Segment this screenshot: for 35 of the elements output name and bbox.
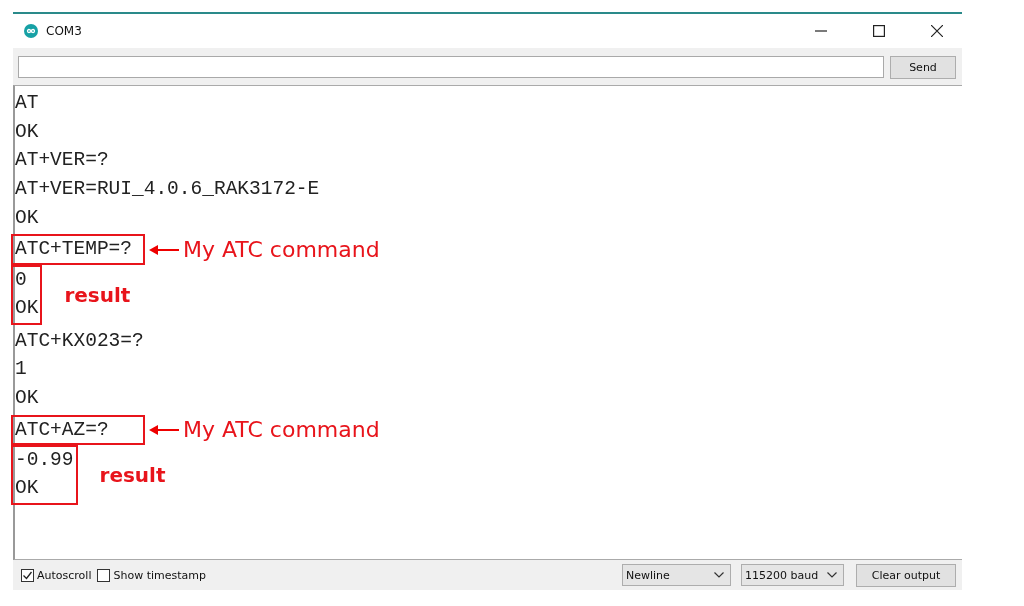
annotation-label: result xyxy=(64,282,131,307)
caret-icon xyxy=(714,572,724,578)
caret-icon xyxy=(827,572,837,578)
arrow xyxy=(149,243,179,256)
window-title: COM3 xyxy=(46,24,82,38)
output-line: OK xyxy=(15,385,40,411)
output-line: AT xyxy=(15,91,40,116)
annotation-label: My ATC command xyxy=(183,417,380,443)
output-line: OK xyxy=(15,119,40,145)
output-line: -0.99 xyxy=(15,448,74,474)
annotation-label: result xyxy=(99,462,166,487)
annotation-label: My ATC command xyxy=(183,237,380,263)
clear-output-button[interactable]: Clear output xyxy=(856,563,956,587)
app-logo-icon xyxy=(24,24,38,38)
output-line: ATC+TEMP=? xyxy=(15,237,134,263)
output-line: 0 xyxy=(15,268,28,294)
output-line: OK xyxy=(15,205,40,231)
checkbox[interactable] xyxy=(97,568,111,582)
checkbox-label: Autoscroll xyxy=(37,568,92,582)
send-button[interactable]: Send xyxy=(890,55,956,79)
maximize-icon[interactable] xyxy=(873,25,885,37)
output-line: OK xyxy=(15,475,40,501)
output-line: ATC+KX023=? xyxy=(15,328,144,354)
output-line: ATC+AZ=? xyxy=(15,417,110,443)
close-icon[interactable] xyxy=(931,25,943,37)
checkbox[interactable] xyxy=(21,568,34,582)
dropdown[interactable]: Newline xyxy=(622,564,731,586)
output-line: OK xyxy=(15,295,39,321)
output-line: AT+VER=RUI_4.0.6_RAK3172-E xyxy=(15,177,320,203)
arrow xyxy=(149,423,179,436)
input-field[interactable] xyxy=(18,56,884,78)
output-line: AT+VER=? xyxy=(15,148,110,174)
dropdown[interactable]: 115200 baud xyxy=(741,564,844,586)
output-line: 1 xyxy=(15,357,28,383)
checkbox-label: Show timestamp xyxy=(113,568,206,582)
